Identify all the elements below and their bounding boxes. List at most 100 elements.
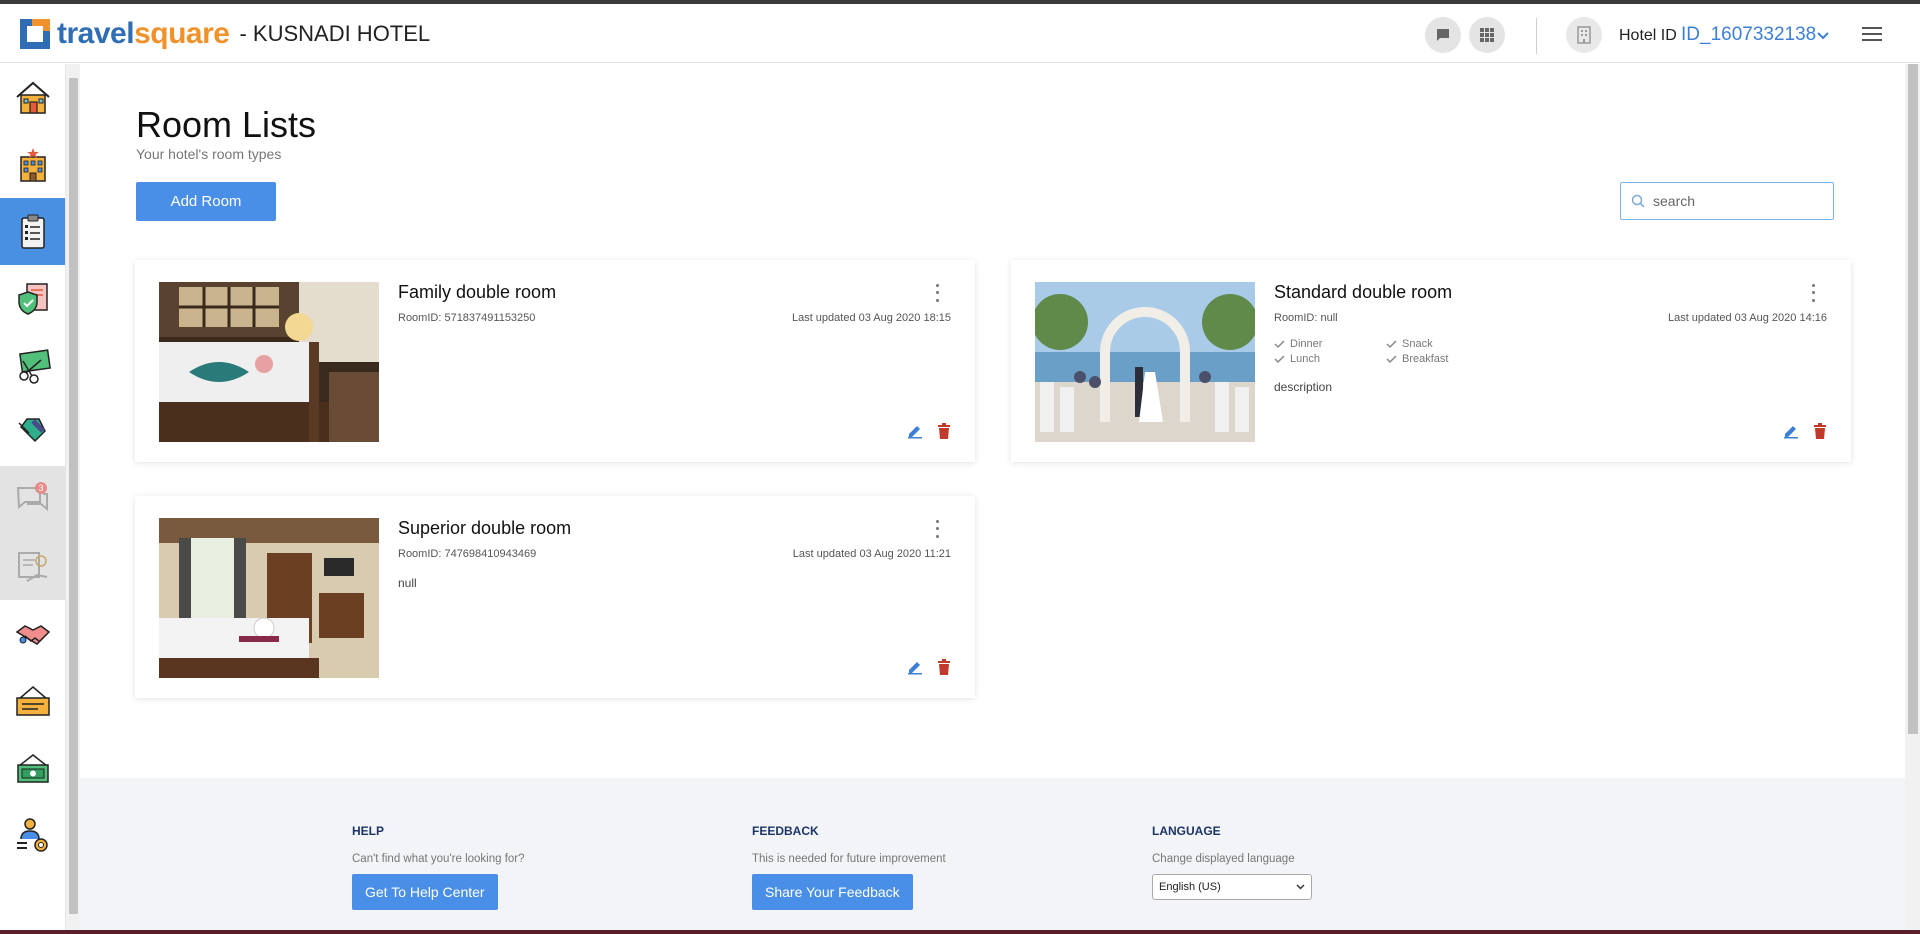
travelsquare-logo-icon [18,17,52,51]
footer-help-text: Can't find what you're looking for? [352,853,525,865]
room-photo [1035,282,1255,442]
room-more-options-button[interactable] [933,282,941,304]
meal-item: Lunch [1274,353,1386,365]
meal-item: Breakfast [1386,353,1498,365]
trash-icon [938,423,950,439]
pencil-icon [1784,426,1798,439]
header-divider [1536,18,1537,54]
hotel-avatar [1566,17,1602,53]
search-box [1620,182,1834,220]
shield-document-icon [17,282,48,315]
reviews-badge-count: 3 [38,483,43,493]
chevron-down-icon [1817,32,1829,40]
sidebar-item-promo[interactable] [0,399,65,466]
sidebar-item-policy[interactable] [0,265,65,332]
edit-room-button[interactable] [907,423,923,444]
sidebar-item-reviews[interactable]: 3 [0,466,65,533]
hotel-building-icon [19,147,46,182]
top-header: travelsquare - KUSNADI HOTEL Hotel ID ID… [0,4,1920,63]
apps-grid-icon [1480,28,1494,42]
check-icon [1274,339,1285,348]
meal-list: Dinner Snack Lunch Breakfast [1274,338,1498,365]
sidebar-item-finance[interactable] [0,533,65,600]
sidebar-scrollbar[interactable] [65,64,80,934]
trash-icon [1814,423,1826,439]
sidebar-item-home[interactable] [0,64,65,131]
brand-name-part2: square [134,17,230,50]
hotel-building-icon [1577,26,1591,44]
meal-item: Snack [1386,338,1498,350]
check-icon [1386,339,1397,348]
delete-room-button[interactable] [1813,423,1827,444]
share-feedback-button[interactable]: Share Your Feedback [752,874,913,910]
room-card: Family double room RoomID: 5718374911532… [135,260,975,462]
sidebar-item-hotel[interactable] [0,131,65,198]
search-icon [1631,194,1645,208]
help-center-button[interactable]: Get To Help Center [352,874,498,910]
room-more-options-button[interactable] [933,518,941,540]
main-menu-button[interactable] [1862,26,1882,47]
report-coin-icon [17,551,47,582]
apps-button[interactable] [1469,17,1505,53]
sidebar-item-partnership[interactable] [0,600,65,667]
delete-room-button[interactable] [937,659,951,680]
price-tag-icon [17,417,46,442]
search-input[interactable] [1653,193,1813,209]
footer-feedback-title: FEEDBACK [752,824,819,838]
room-description: description [1274,380,1333,394]
hotel-id-dropdown[interactable] [1816,28,1830,46]
pencil-icon [908,662,922,675]
room-last-updated: Last updated 03 Aug 2020 14:16 [1667,312,1827,324]
room-last-updated: Last updated 03 Aug 2020 11:21 [792,548,951,560]
edit-room-button[interactable] [1783,423,1799,444]
ticket-icon [15,685,50,716]
sidebar-scrollbar-thumb[interactable] [69,78,78,914]
edit-room-button[interactable] [907,659,923,680]
sidebar-item-room-list[interactable] [0,198,65,265]
room-id: RoomID: 747698410943469 [398,548,537,560]
check-icon [1386,354,1397,363]
hotel-id-selector[interactable]: ID_1607332138 [1681,24,1816,46]
window-bottom-strip [0,930,1920,934]
room-id: RoomID: null [1274,312,1338,324]
language-selected-value: English (US) [1159,881,1221,893]
chevron-down-icon [1296,884,1305,890]
meal-label: Breakfast [1402,353,1449,365]
chat-button[interactable] [1425,17,1461,53]
pencil-icon [908,426,922,439]
more-vertical-icon [935,520,939,524]
room-title: Superior double room [398,518,572,538]
room-title: Standard double room [1274,282,1453,302]
sidebar-item-booking[interactable] [0,667,65,734]
chat-bubbles-icon: 3 [16,481,48,511]
delete-room-button[interactable] [937,423,951,444]
brand-logo[interactable]: travelsquare - KUSNADI HOTEL [18,17,430,51]
page-scrollbar-thumb[interactable] [1908,64,1918,734]
clipboard-checklist-icon [20,214,45,249]
room-card: Standard double room RoomID: null Last u… [1011,260,1851,462]
sidebar-item-tax[interactable] [0,332,65,399]
meal-item: Dinner [1274,338,1386,350]
room-more-options-button[interactable] [1809,282,1817,304]
footer-language: LANGUAGE Change displayed language Engli… [1152,824,1312,900]
sidebar-item-settings[interactable] [0,801,65,868]
page-scrollbar[interactable] [1905,64,1920,934]
meal-label: Dinner [1290,338,1323,350]
language-select[interactable]: English (US) [1152,874,1312,900]
brand-name: travelsquare [57,17,230,51]
room-card: Superior double room RoomID: 74769841094… [135,496,975,698]
add-room-button[interactable]: Add Room [136,182,276,221]
room-photo [159,518,379,678]
chat-icon [1437,29,1449,41]
menu-icon [1862,27,1882,41]
page-subtitle: Your hotel's room types [136,146,282,162]
footer-language-text: Change displayed language [1152,853,1295,865]
room-photo [159,282,379,442]
meal-label: Lunch [1290,353,1320,365]
sidebar-item-payment[interactable] [0,734,65,801]
main-content: Room Lists Your hotel's room types Add R… [80,64,1905,778]
footer-language-title: LANGUAGE [1152,824,1221,838]
house-icon [15,81,50,114]
footer-feedback-text: This is needed for future improvement [752,853,946,865]
trash-icon [938,659,950,675]
